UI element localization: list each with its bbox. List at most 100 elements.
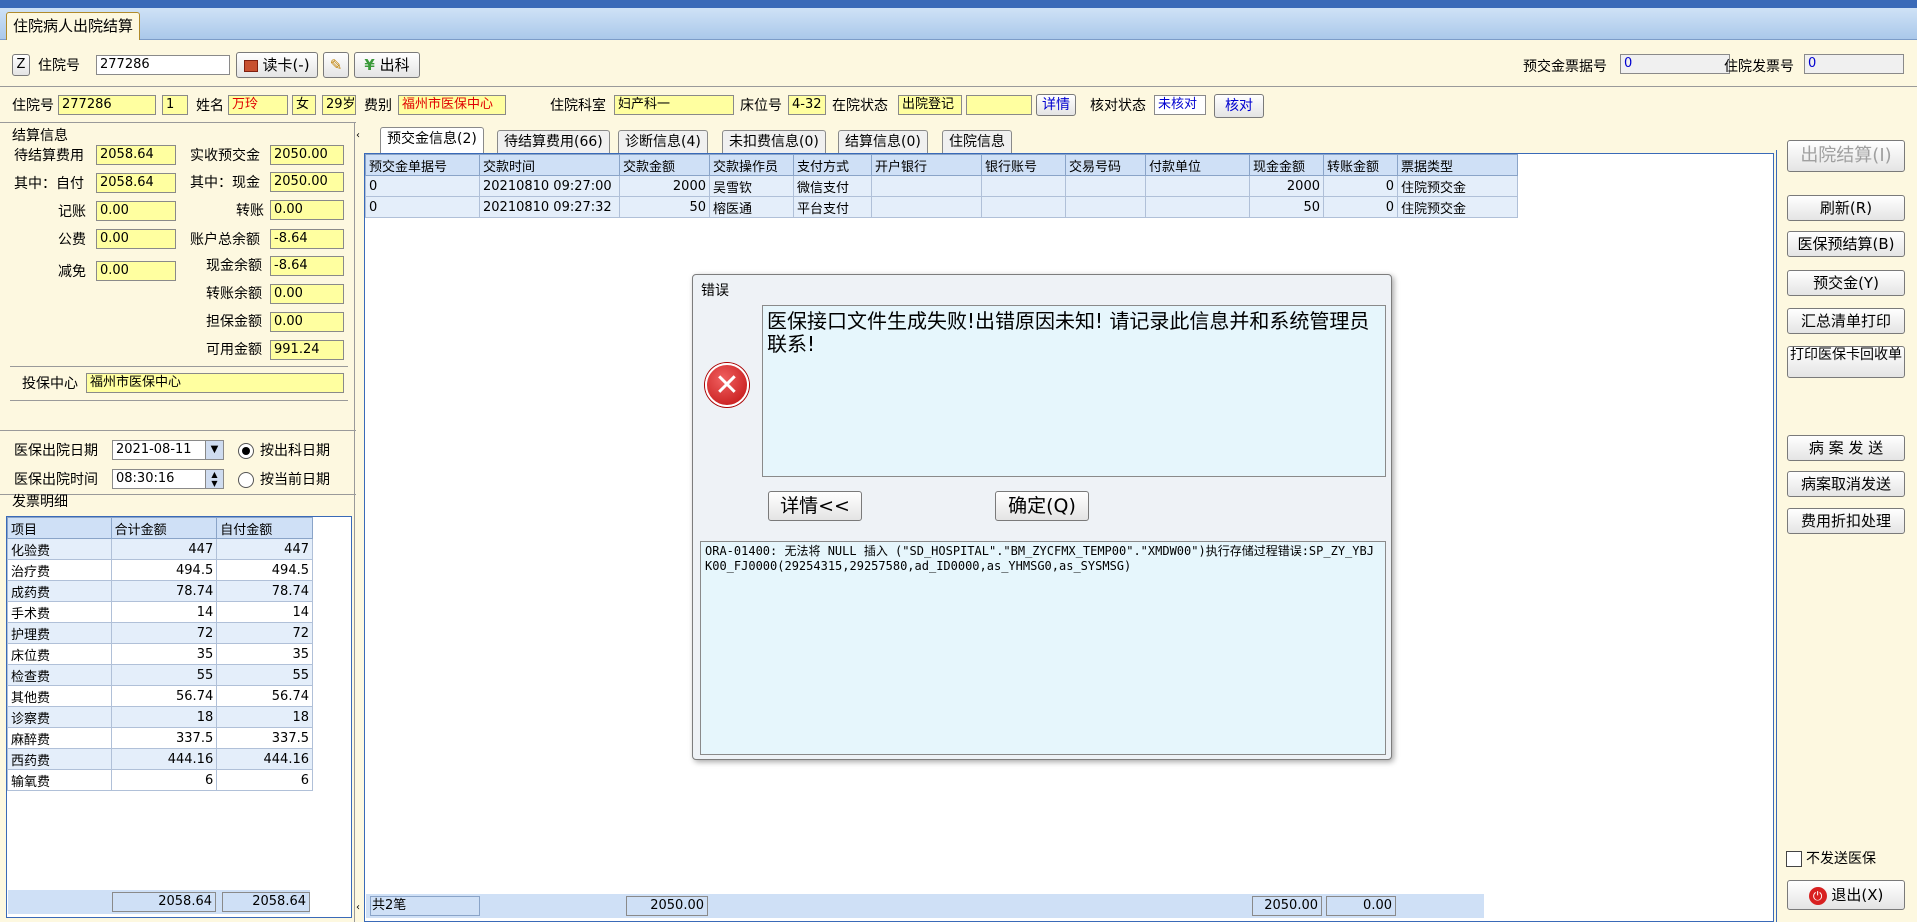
subtab-5[interactable]: 住院信息 <box>942 130 1012 154</box>
subtab-4[interactable]: 结算信息(0) <box>838 130 928 154</box>
column-header[interactable]: 银行账号 <box>981 154 1066 176</box>
send-case-button[interactable]: 病 案 发 送 <box>1787 435 1905 461</box>
invoice-amount: 494.5 <box>216 559 313 581</box>
subtab-2[interactable]: 诊断信息(4) <box>618 130 708 154</box>
invoice-header: 项目 <box>7 517 112 539</box>
table-cell: 0 <box>1323 175 1398 197</box>
invoice-item: 麻醉费 <box>7 727 112 749</box>
invoice-item: 输氧费 <box>7 769 112 791</box>
broom-icon: ✎ <box>329 56 343 74</box>
discharge-button[interactable]: ¥ 出科 <box>354 52 420 78</box>
time-spinner-icon[interactable]: ▲ ▼ <box>205 470 223 488</box>
discharge-icon: ¥ <box>364 56 375 74</box>
cancel-case-button[interactable]: 病案取消发送 <box>1787 471 1905 497</box>
table-row[interactable]: 护理费 72 72 <box>7 622 313 644</box>
column-header[interactable]: 开户银行 <box>871 154 982 176</box>
invoice-no-input[interactable]: 0 <box>1804 54 1904 74</box>
splitter-left-arrow[interactable]: ‹ <box>356 130 360 141</box>
table-row[interactable]: 输氧费 6 6 <box>7 769 313 791</box>
table-cell <box>1065 196 1146 218</box>
divider <box>0 122 356 123</box>
ok-button[interactable]: 确定(Q) <box>995 491 1089 521</box>
table-row[interactable]: 其他费 56.74 56.74 <box>7 685 313 707</box>
insurer-label: 投保中心 <box>22 376 78 392</box>
pre-settle-button[interactable]: 医保预结算(B) <box>1787 231 1905 257</box>
no-send-checkbox[interactable] <box>1786 851 1802 867</box>
discount-button[interactable]: 费用折扣处理 <box>1787 508 1905 534</box>
radio-by-discharge-date[interactable] <box>238 443 254 459</box>
column-header[interactable]: 交款时间 <box>479 154 620 176</box>
column-header[interactable]: 转账金额 <box>1323 154 1398 176</box>
tab-discharge-settlement[interactable]: 住院病人出院结算 <box>6 12 141 40</box>
divider <box>10 366 348 367</box>
detail-button[interactable]: 详情 <box>1036 94 1076 116</box>
table-cell: 20210810 09:27:32 <box>479 196 620 218</box>
table-row[interactable]: 0 20210810 09:27:32 50 榕医通 平台支付 50 0 住院预交金 <box>365 196 1518 218</box>
invoice-item: 检查费 <box>7 664 112 686</box>
divider <box>10 400 348 401</box>
table-row[interactable]: 0 20210810 09:27:00 2000 吴雪钦 微信支付 2000 0 住院预交金 <box>365 175 1518 197</box>
invoice-item: 治疗费 <box>7 559 112 581</box>
invoice-amount: 55 <box>110 664 218 686</box>
deposit-footer-transfer: 0.00 <box>1326 896 1396 916</box>
subtab-0[interactable]: 预交金信息(2) <box>380 127 484 154</box>
invoice-amount: 56.74 <box>110 685 218 707</box>
column-header[interactable]: 交易号码 <box>1065 154 1146 176</box>
table-row[interactable]: 检查费 55 55 <box>7 664 313 686</box>
z-button[interactable]: Z <box>12 54 30 76</box>
table-row[interactable]: 床位费 35 35 <box>7 643 313 665</box>
deposit-footer-amount: 2050.00 <box>626 896 708 916</box>
deposit-button[interactable]: 预交金(Y) <box>1787 270 1905 296</box>
table-row[interactable]: 麻醉费 337.5 337.5 <box>7 727 313 749</box>
column-header[interactable]: 现金金额 <box>1249 154 1324 176</box>
table-cell: 住院预交金 <box>1397 196 1518 218</box>
invoice-item: 手术费 <box>7 601 112 623</box>
column-header[interactable]: 预交金单据号 <box>365 154 480 176</box>
discharge-date-label: 医保出院日期 <box>14 443 98 459</box>
subtab-3[interactable]: 未扣费信息(0) <box>722 130 826 154</box>
error-details-box: ORA-01400: 无法将 NULL 插入 ("SD_HOSPITAL"."B… <box>700 541 1386 755</box>
no-send-label: 不发送医保 <box>1806 851 1876 867</box>
broom-button[interactable]: ✎ <box>323 52 349 78</box>
exit-button[interactable]: ⏻ 退出(X) <box>1787 880 1905 910</box>
invoice-amount: 444.16 <box>110 748 218 770</box>
read-card-button[interactable]: 读卡(-) <box>236 52 318 78</box>
print-card-button[interactable]: 打印医保卡回收单 <box>1787 346 1905 378</box>
radio-by-current-date[interactable] <box>238 472 254 488</box>
details-toggle-button[interactable]: 详情<< <box>768 491 862 521</box>
column-header[interactable]: 交款金额 <box>619 154 710 176</box>
deposit-receipt-label: 预交金票据号 <box>1523 59 1607 75</box>
column-header[interactable]: 付款单位 <box>1145 154 1250 176</box>
account-label: 记账 <box>58 204 86 220</box>
column-header[interactable]: 票据类型 <box>1397 154 1518 176</box>
name-field: 万玲 <box>228 95 288 115</box>
invoice-amount: 78.74 <box>216 580 313 602</box>
relief-label: 减免 <box>58 264 86 280</box>
check-button[interactable]: 核对 <box>1214 94 1264 118</box>
error-icon: ✕ <box>705 363 749 407</box>
chevron-down-icon[interactable]: ▼ <box>205 441 223 459</box>
subtab-1[interactable]: 待结算费用(66) <box>497 130 610 154</box>
inpatient-no-input[interactable]: 277286 <box>96 55 230 75</box>
insurer-field: 福州市医保中心 <box>86 373 344 393</box>
table-row[interactable]: 治疗费 494.5 494.5 <box>7 559 313 581</box>
table-row[interactable]: 手术费 14 14 <box>7 601 313 623</box>
pending-fee-label: 待结算费用 <box>14 148 84 164</box>
table-row[interactable]: 成药费 78.74 78.74 <box>7 580 313 602</box>
deposit-receipt-input[interactable]: 0 <box>1620 54 1730 74</box>
print-summary-button[interactable]: 汇总清单打印 <box>1787 308 1905 334</box>
settle-button[interactable]: 出院结算(I) <box>1787 140 1905 172</box>
invoice-item: 诊察费 <box>7 706 112 728</box>
table-row[interactable]: 西药费 444.16 444.16 <box>7 748 313 770</box>
bed-field: 4-32 <box>788 95 826 115</box>
column-header[interactable]: 交款操作员 <box>709 154 794 176</box>
splitter-left-arrow-bottom[interactable]: ‹ <box>356 902 360 913</box>
cash-balance-field: -8.64 <box>270 256 344 276</box>
table-row[interactable]: 化验费 447 447 <box>7 538 313 560</box>
invoice-total: 2058.64 <box>112 892 216 912</box>
table-row[interactable]: 诊察费 18 18 <box>7 706 313 728</box>
refresh-button[interactable]: 刷新(R) <box>1787 195 1905 221</box>
check-status-label: 核对状态 <box>1090 98 1146 114</box>
column-header[interactable]: 支付方式 <box>793 154 872 176</box>
invoice-amount: 55 <box>216 664 313 686</box>
